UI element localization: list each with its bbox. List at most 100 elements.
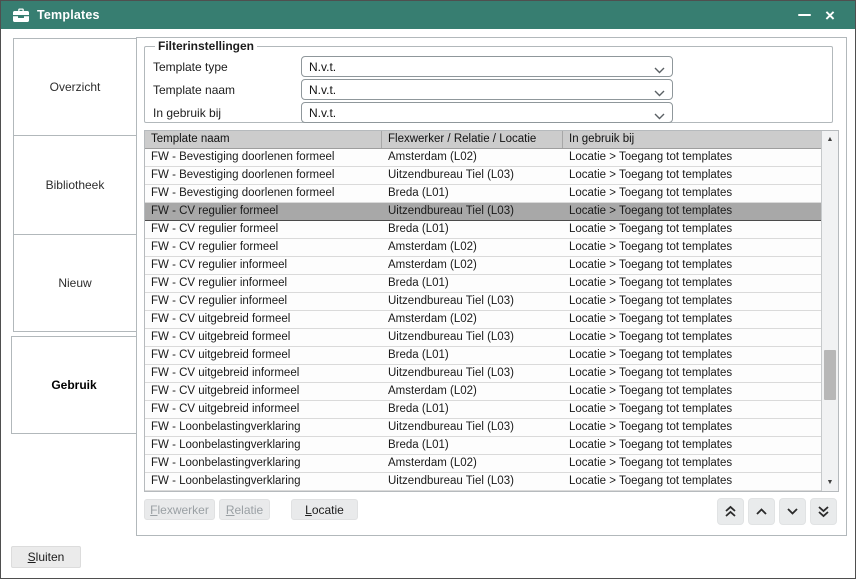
- table-cell: Locatie > Toegang tot templates: [563, 383, 820, 400]
- move-to-top-button[interactable]: [717, 498, 744, 525]
- table-row[interactable]: FW - LoonbelastingverklaringBreda (L01)L…: [145, 437, 838, 455]
- table-cell: Locatie > Toegang tot templates: [563, 221, 820, 238]
- table-cell: Uitzendbureau Tiel (L03): [382, 167, 563, 184]
- table-cell: Breda (L01): [382, 401, 563, 418]
- scrollbar-thumb[interactable]: [824, 350, 836, 400]
- tab-nieuw[interactable]: Nieuw: [13, 234, 137, 332]
- filter-row-in-gebruik-bij: In gebruik bij N.v.t.: [153, 102, 832, 123]
- table-cell: Uitzendbureau Tiel (L03): [382, 419, 563, 436]
- in-gebruik-bij-select[interactable]: N.v.t.: [301, 102, 673, 123]
- chevron-down-icon: [654, 109, 665, 123]
- table-cell: Locatie > Toegang tot templates: [563, 185, 820, 202]
- relatie-button[interactable]: Relatie: [219, 499, 270, 520]
- table-cell: Uitzendbureau Tiel (L03): [382, 293, 563, 310]
- double-chevron-up-icon: [724, 505, 737, 518]
- templates-table: Template naam Flexwerker / Relatie / Loc…: [144, 130, 839, 492]
- double-chevron-down-icon: [817, 505, 830, 518]
- table-row[interactable]: FW - CV regulier informeelUitzendbureau …: [145, 293, 838, 311]
- table-cell: Uitzendbureau Tiel (L03): [382, 329, 563, 346]
- table-row[interactable]: FW - CV uitgebreid formeelBreda (L01)Loc…: [145, 347, 838, 365]
- scroll-down-icon[interactable]: ▼: [822, 475, 838, 490]
- table-vertical-scrollbar[interactable]: ▲ ▼: [821, 131, 838, 491]
- table-cell: FW - CV uitgebreid formeel: [145, 347, 382, 364]
- close-button[interactable]: ×: [817, 4, 843, 26]
- filter-settings-group: Filterinstellingen Template type N.v.t. …: [144, 39, 833, 123]
- table-cell: Locatie > Toegang tot templates: [563, 473, 820, 490]
- table-row[interactable]: FW - CV regulier formeelUitzendbureau Ti…: [145, 203, 838, 221]
- table-row[interactable]: FW - CV uitgebreid formeelAmsterdam (L02…: [145, 311, 838, 329]
- table-cell: Locatie > Toegang tot templates: [563, 293, 820, 310]
- table-cell: Uitzendbureau Tiel (L03): [382, 365, 563, 382]
- table-cell: FW - Bevestiging doorlenen formeel: [145, 167, 382, 184]
- main-panel: Filterinstellingen Template type N.v.t. …: [136, 37, 847, 536]
- tab-overzicht[interactable]: Overzicht: [13, 38, 137, 136]
- table-row[interactable]: FW - CV regulier informeelAmsterdam (L02…: [145, 257, 838, 275]
- table-cell: Locatie > Toegang tot templates: [563, 347, 820, 364]
- table-cell: FW - CV regulier formeel: [145, 239, 382, 256]
- flexwerker-button[interactable]: Flexwerker: [144, 499, 215, 520]
- chevron-down-icon: [654, 63, 665, 77]
- table-cell: Locatie > Toegang tot templates: [563, 401, 820, 418]
- in-gebruik-bij-value: N.v.t.: [309, 106, 336, 120]
- table-cell: Amsterdam (L02): [382, 239, 563, 256]
- tab-gebruik[interactable]: Gebruik: [11, 336, 137, 434]
- template-naam-value: N.v.t.: [309, 83, 336, 97]
- column-header-flexwerker-relatie-locatie[interactable]: Flexwerker / Relatie / Locatie: [382, 131, 563, 148]
- filter-row-template-naam: Template naam N.v.t.: [153, 79, 832, 100]
- table-row[interactable]: FW - CV regulier informeelBreda (L01)Loc…: [145, 275, 838, 293]
- table-cell: FW - Loonbelastingverklaring: [145, 419, 382, 436]
- table-cell: FW - CV uitgebreid informeel: [145, 383, 382, 400]
- table-row[interactable]: FW - CV regulier formeelAmsterdam (L02)L…: [145, 239, 838, 257]
- move-to-bottom-button[interactable]: [810, 498, 837, 525]
- table-row[interactable]: FW - LoonbelastingverklaringAmsterdam (L…: [145, 455, 838, 473]
- table-cell: Locatie > Toegang tot templates: [563, 311, 820, 328]
- table-row[interactable]: FW - CV regulier formeelBreda (L01)Locat…: [145, 221, 838, 239]
- toolbox-icon: [13, 8, 29, 22]
- minimize-button[interactable]: [791, 4, 817, 26]
- table-row[interactable]: FW - CV uitgebreid informeelAmsterdam (L…: [145, 383, 838, 401]
- table-cell: FW - Loonbelastingverklaring: [145, 473, 382, 490]
- table-cell: FW - CV uitgebreid formeel: [145, 311, 382, 328]
- column-header-template-naam[interactable]: Template naam: [145, 131, 382, 148]
- templates-dialog: Templates × Overzicht Bibliotheek Nieuw …: [0, 0, 856, 579]
- move-down-button[interactable]: [779, 498, 806, 525]
- table-row[interactable]: FW - CV uitgebreid informeelUitzendburea…: [145, 365, 838, 383]
- table-row[interactable]: FW - Bevestiging doorlenen formeelUitzen…: [145, 167, 838, 185]
- table-cell: Locatie > Toegang tot templates: [563, 203, 820, 220]
- title-bar: Templates ×: [1, 1, 855, 29]
- move-up-button[interactable]: [748, 498, 775, 525]
- table-cell: Locatie > Toegang tot templates: [563, 455, 820, 472]
- column-header-in-gebruik-bij[interactable]: In gebruik bij: [563, 131, 820, 148]
- table-row[interactable]: FW - LoonbelastingverklaringUitzendburea…: [145, 473, 838, 491]
- template-type-label: Template type: [153, 60, 301, 74]
- table-row[interactable]: FW - CV uitgebreid informeelBreda (L01)L…: [145, 401, 838, 419]
- table-row[interactable]: FW - Bevestiging doorlenen formeelBreda …: [145, 185, 838, 203]
- table-row[interactable]: FW - CV uitgebreid formeelUitzendbureau …: [145, 329, 838, 347]
- chevron-up-icon: [755, 507, 768, 516]
- table-cell: Locatie > Toegang tot templates: [563, 329, 820, 346]
- locatie-button[interactable]: Locatie: [291, 499, 358, 520]
- table-cell: Breda (L01): [382, 275, 563, 292]
- table-cell: Locatie > Toegang tot templates: [563, 275, 820, 292]
- template-type-select[interactable]: N.v.t.: [301, 56, 673, 77]
- table-cell: Breda (L01): [382, 437, 563, 454]
- table-cell: Breda (L01): [382, 185, 563, 202]
- table-cell: Uitzendbureau Tiel (L03): [382, 473, 563, 490]
- table-row[interactable]: FW - Bevestiging doorlenen formeelAmster…: [145, 149, 838, 167]
- filter-row-template-type: Template type N.v.t.: [153, 56, 832, 77]
- table-cell: FW - CV uitgebreid informeel: [145, 365, 382, 382]
- tab-bibliotheek[interactable]: Bibliotheek: [13, 135, 137, 235]
- table-cell: Breda (L01): [382, 221, 563, 238]
- table-cell: FW - CV regulier informeel: [145, 275, 382, 292]
- table-row[interactable]: FW - LoonbelastingverklaringUitzendburea…: [145, 419, 838, 437]
- template-naam-select[interactable]: N.v.t.: [301, 79, 673, 100]
- in-gebruik-bij-label: In gebruik bij: [153, 106, 301, 120]
- table-cell: Amsterdam (L02): [382, 455, 563, 472]
- table-cell: FW - Bevestiging doorlenen formeel: [145, 149, 382, 166]
- template-type-value: N.v.t.: [309, 60, 336, 74]
- table-cell: Locatie > Toegang tot templates: [563, 419, 820, 436]
- table-cell: Amsterdam (L02): [382, 257, 563, 274]
- minimize-icon: [798, 14, 811, 16]
- sluiten-button[interactable]: Sluiten: [11, 546, 81, 568]
- scroll-up-icon[interactable]: ▲: [822, 132, 838, 147]
